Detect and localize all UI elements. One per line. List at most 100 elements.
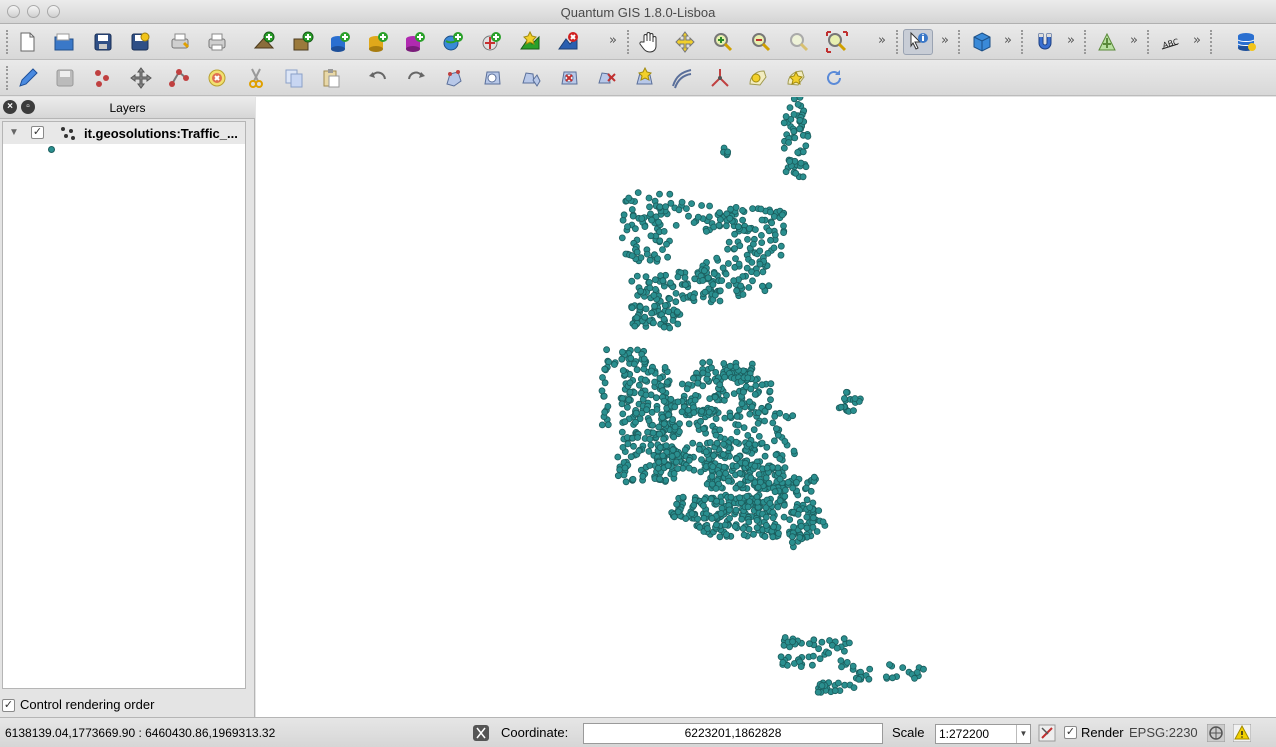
label-tool-icon[interactable]: ABC	[1158, 29, 1184, 55]
map-point[interactable]	[781, 437, 789, 445]
map-point[interactable]	[661, 363, 669, 371]
map-point[interactable]	[849, 662, 857, 670]
3d-box-icon[interactable]	[969, 29, 995, 55]
map-point[interactable]	[789, 638, 796, 646]
map-point[interactable]	[640, 355, 648, 363]
map-point[interactable]	[666, 324, 674, 332]
map-point[interactable]	[642, 391, 650, 399]
map-point[interactable]	[665, 308, 672, 316]
map-point[interactable]	[865, 675, 873, 683]
map-point[interactable]	[706, 358, 714, 366]
map-point[interactable]	[618, 400, 626, 408]
map-point[interactable]	[721, 414, 729, 422]
map-point[interactable]	[793, 478, 800, 486]
map-point[interactable]	[850, 684, 858, 691]
map-point[interactable]	[654, 255, 661, 263]
map-point[interactable]	[635, 381, 643, 389]
map-point[interactable]	[733, 413, 741, 420]
map-point[interactable]	[753, 524, 761, 532]
add-vector-layer-icon[interactable]	[251, 29, 277, 55]
map-point[interactable]	[755, 432, 763, 440]
map-point[interactable]	[746, 410, 754, 418]
map-point[interactable]	[708, 364, 715, 372]
map-point[interactable]	[797, 663, 805, 670]
map-point[interactable]	[646, 256, 654, 264]
map-point[interactable]	[601, 408, 609, 416]
map-point[interactable]	[647, 232, 655, 240]
map-point[interactable]	[790, 110, 798, 118]
map-point[interactable]	[739, 216, 747, 224]
map-point[interactable]	[718, 277, 726, 285]
toolbar-overflow-button[interactable]: »	[1130, 33, 1138, 48]
map-point[interactable]	[777, 653, 785, 661]
map-point[interactable]	[620, 471, 628, 479]
map-point[interactable]	[697, 468, 705, 476]
map-point[interactable]	[767, 380, 775, 388]
map-point[interactable]	[665, 411, 672, 419]
map-point[interactable]	[633, 248, 641, 256]
map-point[interactable]	[751, 462, 759, 470]
map-point[interactable]	[723, 391, 730, 399]
map-point[interactable]	[754, 483, 762, 491]
map-point[interactable]	[643, 406, 651, 414]
map-point[interactable]	[806, 504, 814, 511]
map-point[interactable]	[753, 270, 761, 277]
map-point[interactable]	[660, 397, 668, 405]
map-point[interactable]	[730, 277, 738, 285]
map-point[interactable]	[715, 221, 723, 229]
add-wfs-layer-icon[interactable]	[478, 29, 504, 55]
projection-globe-icon[interactable]	[1206, 723, 1226, 743]
map-point[interactable]	[698, 456, 705, 464]
map-point[interactable]	[674, 273, 682, 281]
map-point[interactable]	[631, 322, 639, 330]
toolbar-grip[interactable]	[1084, 30, 1088, 54]
map-point[interactable]	[850, 407, 857, 415]
map-point[interactable]	[678, 198, 686, 206]
map-point[interactable]	[727, 205, 735, 213]
map-point[interactable]	[689, 439, 697, 447]
map-point[interactable]	[675, 206, 683, 214]
map-point[interactable]	[789, 412, 797, 420]
map-point[interactable]	[697, 417, 705, 425]
undo-icon[interactable]	[365, 65, 391, 91]
map-point[interactable]	[790, 95, 798, 103]
map-point[interactable]	[688, 200, 696, 207]
map-point[interactable]	[781, 492, 789, 500]
map-point[interactable]	[648, 216, 656, 224]
map-point[interactable]	[721, 373, 729, 381]
map-point[interactable]	[671, 423, 679, 431]
map-point[interactable]	[694, 213, 702, 221]
map-point[interactable]	[705, 213, 713, 221]
map-point[interactable]	[700, 514, 708, 522]
map-point[interactable]	[618, 355, 626, 363]
map-point[interactable]	[741, 459, 749, 467]
pan-hand-icon[interactable]	[636, 29, 662, 55]
map-point[interactable]	[813, 528, 821, 535]
map-point[interactable]	[777, 242, 785, 250]
map-point[interactable]	[816, 655, 824, 663]
map-point[interactable]	[837, 403, 845, 411]
toggle-editing-pencil-icon[interactable]	[15, 65, 41, 91]
map-point[interactable]	[659, 413, 666, 421]
map-point[interactable]	[843, 659, 851, 666]
map-point[interactable]	[745, 225, 753, 232]
map-point[interactable]	[656, 237, 664, 245]
map-point[interactable]	[698, 407, 706, 415]
map-point[interactable]	[761, 452, 769, 460]
map-point[interactable]	[788, 538, 796, 546]
map-point[interactable]	[802, 142, 810, 150]
map-point[interactable]	[776, 409, 784, 417]
map-point[interactable]	[650, 319, 657, 327]
map-point[interactable]	[780, 229, 787, 237]
map-point[interactable]	[769, 508, 777, 516]
map-point[interactable]	[646, 435, 654, 443]
map-point[interactable]	[701, 288, 709, 296]
map-point[interactable]	[630, 360, 638, 368]
map-point[interactable]	[715, 470, 723, 478]
map-point[interactable]	[690, 219, 698, 226]
map-point[interactable]	[720, 440, 727, 448]
map-point[interactable]	[678, 408, 686, 416]
map-point[interactable]	[765, 282, 773, 290]
copy-features-icon[interactable]	[281, 65, 307, 91]
control-rendering-order-checkbox[interactable]: ✓	[2, 699, 15, 712]
